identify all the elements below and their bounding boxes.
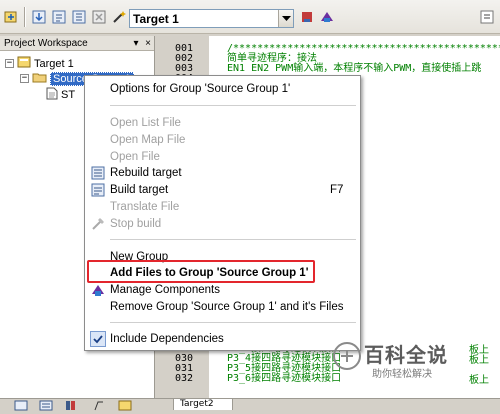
- menu-separator: [110, 239, 356, 240]
- menu-item-open-file[interactable]: Open File: [85, 148, 360, 165]
- menu-item-label: Open Map File: [110, 133, 186, 146]
- target-label: Target 1: [34, 57, 74, 70]
- menu-item-label: Open File: [110, 150, 160, 163]
- menu-item-label: Include Dependencies: [110, 332, 224, 345]
- watermark-subtitle: 助你轻松解决: [372, 369, 432, 380]
- menu-item-translate-file[interactable]: Translate File: [85, 198, 360, 215]
- menu-item-stop-build[interactable]: Stop build: [85, 215, 360, 232]
- files-tab-icon[interactable]: [14, 400, 30, 411]
- pin-icon[interactable]: ▾: [130, 38, 142, 49]
- workspace-tabs: [0, 398, 500, 411]
- right-fragment: 板上: [469, 375, 489, 386]
- checkmark-icon: [90, 330, 106, 347]
- close-icon[interactable]: ×: [142, 38, 154, 49]
- regs-tab-icon[interactable]: [39, 400, 55, 411]
- menu-separator: [110, 105, 356, 106]
- editor-file-tab[interactable]: Target2: [173, 398, 233, 410]
- menu-item-open-map-file[interactable]: Open Map File: [85, 131, 360, 148]
- target-select-value: Target 1: [133, 11, 179, 26]
- workspace-title-bar: Project Workspace ▾ ×: [0, 36, 154, 51]
- wand-icon[interactable]: [110, 8, 128, 26]
- manage-components-icon: [90, 282, 106, 298]
- watermark-title: 百科全说: [364, 343, 448, 367]
- menu-item-open-list-file[interactable]: Open List File: [85, 114, 360, 131]
- menu-item-label: Manage Components: [110, 283, 220, 296]
- watermark-logo-icon: [332, 341, 362, 374]
- context-menu: Options for Group 'Source Group 1' Open …: [84, 75, 361, 351]
- highlight-annotation-box: [87, 260, 315, 283]
- manage-components-icon[interactable]: [318, 8, 336, 26]
- menu-item-label: Open List File: [110, 116, 181, 129]
- books-tab-icon[interactable]: [64, 400, 80, 411]
- menu-item-rebuild-target[interactable]: Rebuild target: [85, 164, 360, 181]
- target-select[interactable]: Target 1: [129, 9, 294, 28]
- menu-item-label: Translate File: [110, 200, 180, 213]
- tree-item-target[interactable]: − Target 1: [5, 56, 74, 71]
- menu-item-options-for-group[interactable]: Options for Group 'Source Group 1': [85, 80, 360, 97]
- menu-item-label: Stop build: [110, 217, 162, 230]
- right-fragment: 板上: [469, 355, 489, 366]
- folder-icon: [32, 71, 47, 86]
- menu-item-shortcut: F7: [330, 183, 344, 196]
- menu-item-remove-group[interactable]: Remove Group 'Source Group 1' and it's F…: [85, 298, 360, 315]
- menu-item-label: Build target: [110, 183, 169, 196]
- options-icon[interactable]: [298, 8, 316, 26]
- load-icon[interactable]: [2, 8, 20, 26]
- build-icon: [90, 182, 106, 198]
- menu-item-manage-components[interactable]: Manage Components: [85, 281, 360, 298]
- build-toolbar: Target 1: [0, 0, 500, 34]
- workspace-title: Project Workspace: [4, 37, 88, 49]
- watermark: 百科全说 助你轻松解决: [302, 339, 472, 381]
- collapse-icon[interactable]: −: [5, 59, 14, 68]
- collapse-icon[interactable]: −: [20, 74, 29, 83]
- file-icon: [46, 87, 58, 103]
- tree-item-file[interactable]: ST: [46, 87, 75, 102]
- download-icon[interactable]: [30, 8, 48, 26]
- chevron-down-icon[interactable]: [278, 10, 293, 27]
- menu-item-label: Options for Group 'Source Group 1': [110, 82, 291, 95]
- functions-tab-icon[interactable]: [92, 400, 108, 411]
- code-text: EN1 EN2 PWM输入端，本程序不输入PWM，直接使插上跳: [227, 63, 482, 74]
- stop-build-icon[interactable]: [90, 8, 108, 26]
- menu-item-build-target[interactable]: Build target F7: [85, 181, 360, 198]
- line-number: 032: [175, 373, 194, 384]
- menu-item-label: Rebuild target: [110, 166, 182, 179]
- build-icon[interactable]: [50, 8, 68, 26]
- rebuild-icon[interactable]: [70, 8, 88, 26]
- dropdown-end-icon[interactable]: [478, 8, 496, 26]
- rebuild-icon: [90, 165, 106, 181]
- menu-item-label: Remove Group 'Source Group 1' and it's F…: [110, 300, 344, 313]
- file-label: ST: [61, 88, 76, 101]
- menu-separator: [110, 322, 356, 323]
- target-icon: [17, 56, 31, 71]
- templates-tab-icon[interactable]: [118, 400, 134, 411]
- stop-build-icon: [90, 216, 106, 232]
